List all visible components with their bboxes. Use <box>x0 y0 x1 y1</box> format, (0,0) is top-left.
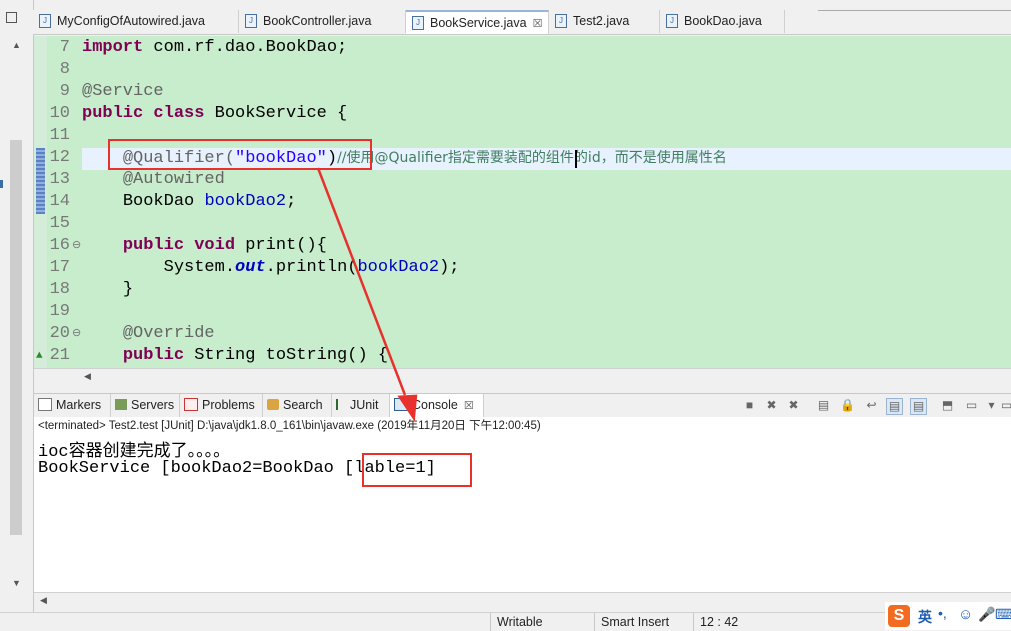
annotation-arrow <box>316 167 418 422</box>
